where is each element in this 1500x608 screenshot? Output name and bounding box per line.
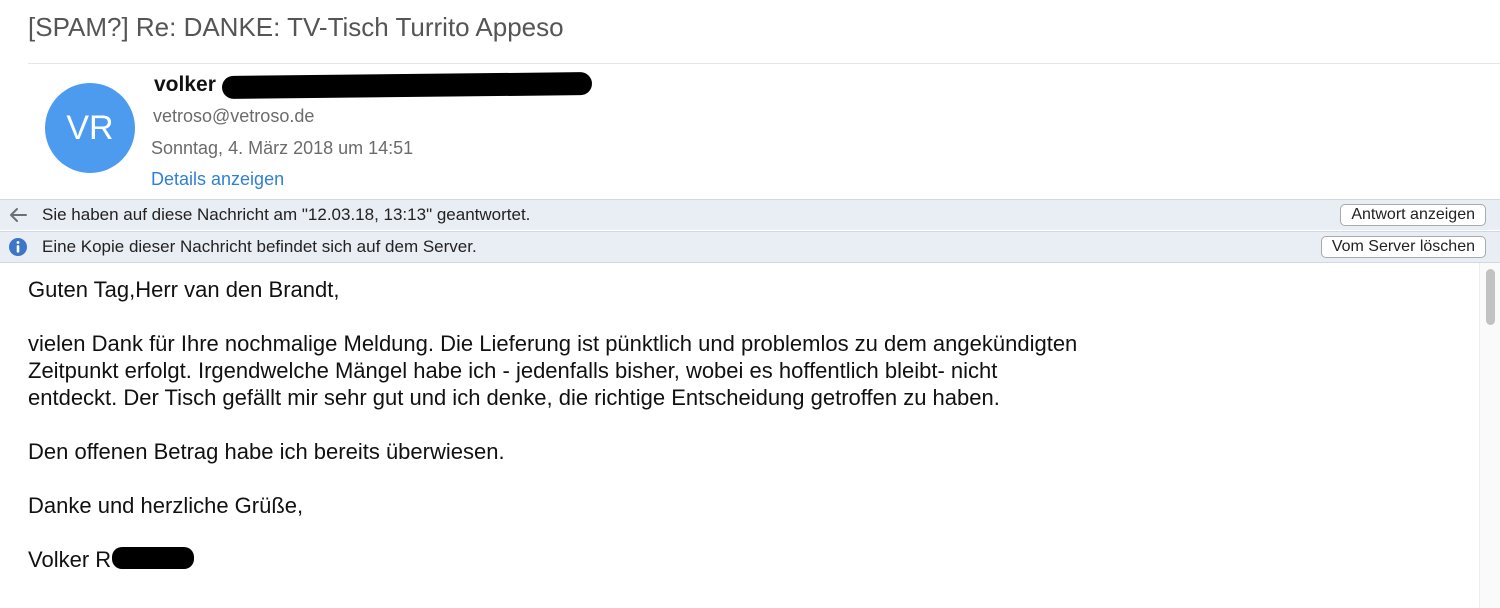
scrollbar-thumb[interactable] (1486, 269, 1495, 325)
body-line: Zeitpunkt erfolgt. Irgendwelche Mängel h… (28, 358, 998, 383)
details-link[interactable]: Details anzeigen (151, 169, 284, 190)
delete-from-server-button[interactable]: Vom Server löschen (1320, 236, 1486, 258)
message-body: Guten Tag,Herr van den Brandt, vielen Da… (28, 276, 1218, 600)
sender-email: vetroso@vetroso.de (153, 106, 315, 126)
body-line: entdeckt. Der Tisch gefällt mir sehr gut… (28, 385, 1000, 410)
server-copy-notice-text: Eine Kopie dieser Nachricht befindet sic… (42, 237, 477, 256)
message-date: Sonntag, 4. März 2018 um 14:51 (151, 138, 414, 158)
signature-line: Volker R (28, 547, 112, 572)
avatar: VR (45, 83, 135, 173)
body-line: vielen Dank für Ihre nochmalige Meldung.… (28, 331, 1078, 356)
redaction-mark (112, 547, 194, 569)
server-copy-notice-bar: Eine Kopie dieser Nachricht befindet sic… (0, 231, 1500, 263)
redaction-mark (221, 72, 593, 99)
sender-name: volker (154, 73, 216, 96)
payment-line: Den offenen Betrag habe ich bereits über… (28, 439, 505, 464)
body-paragraph: vielen Dank für Ihre nochmalige Meldung.… (28, 330, 1218, 411)
replied-notice-bar: Sie haben auf diese Nachricht am "12.03.… (0, 199, 1500, 230)
info-icon (8, 237, 28, 257)
replied-notice-text: Sie haben auf diese Nachricht am "12.03.… (42, 205, 531, 224)
email-subject: [SPAM?] Re: DANKE: TV-Tisch Turrito Appe… (28, 12, 564, 42)
show-reply-button[interactable]: Antwort anzeigen (1340, 204, 1486, 226)
greeting-line: Guten Tag,Herr van den Brandt, (28, 277, 340, 302)
closing-line: Danke und herzliche Grüße, (28, 493, 304, 518)
scrollbar[interactable] (1479, 263, 1500, 608)
header-divider (28, 63, 1500, 64)
reply-arrow-icon (8, 205, 28, 225)
